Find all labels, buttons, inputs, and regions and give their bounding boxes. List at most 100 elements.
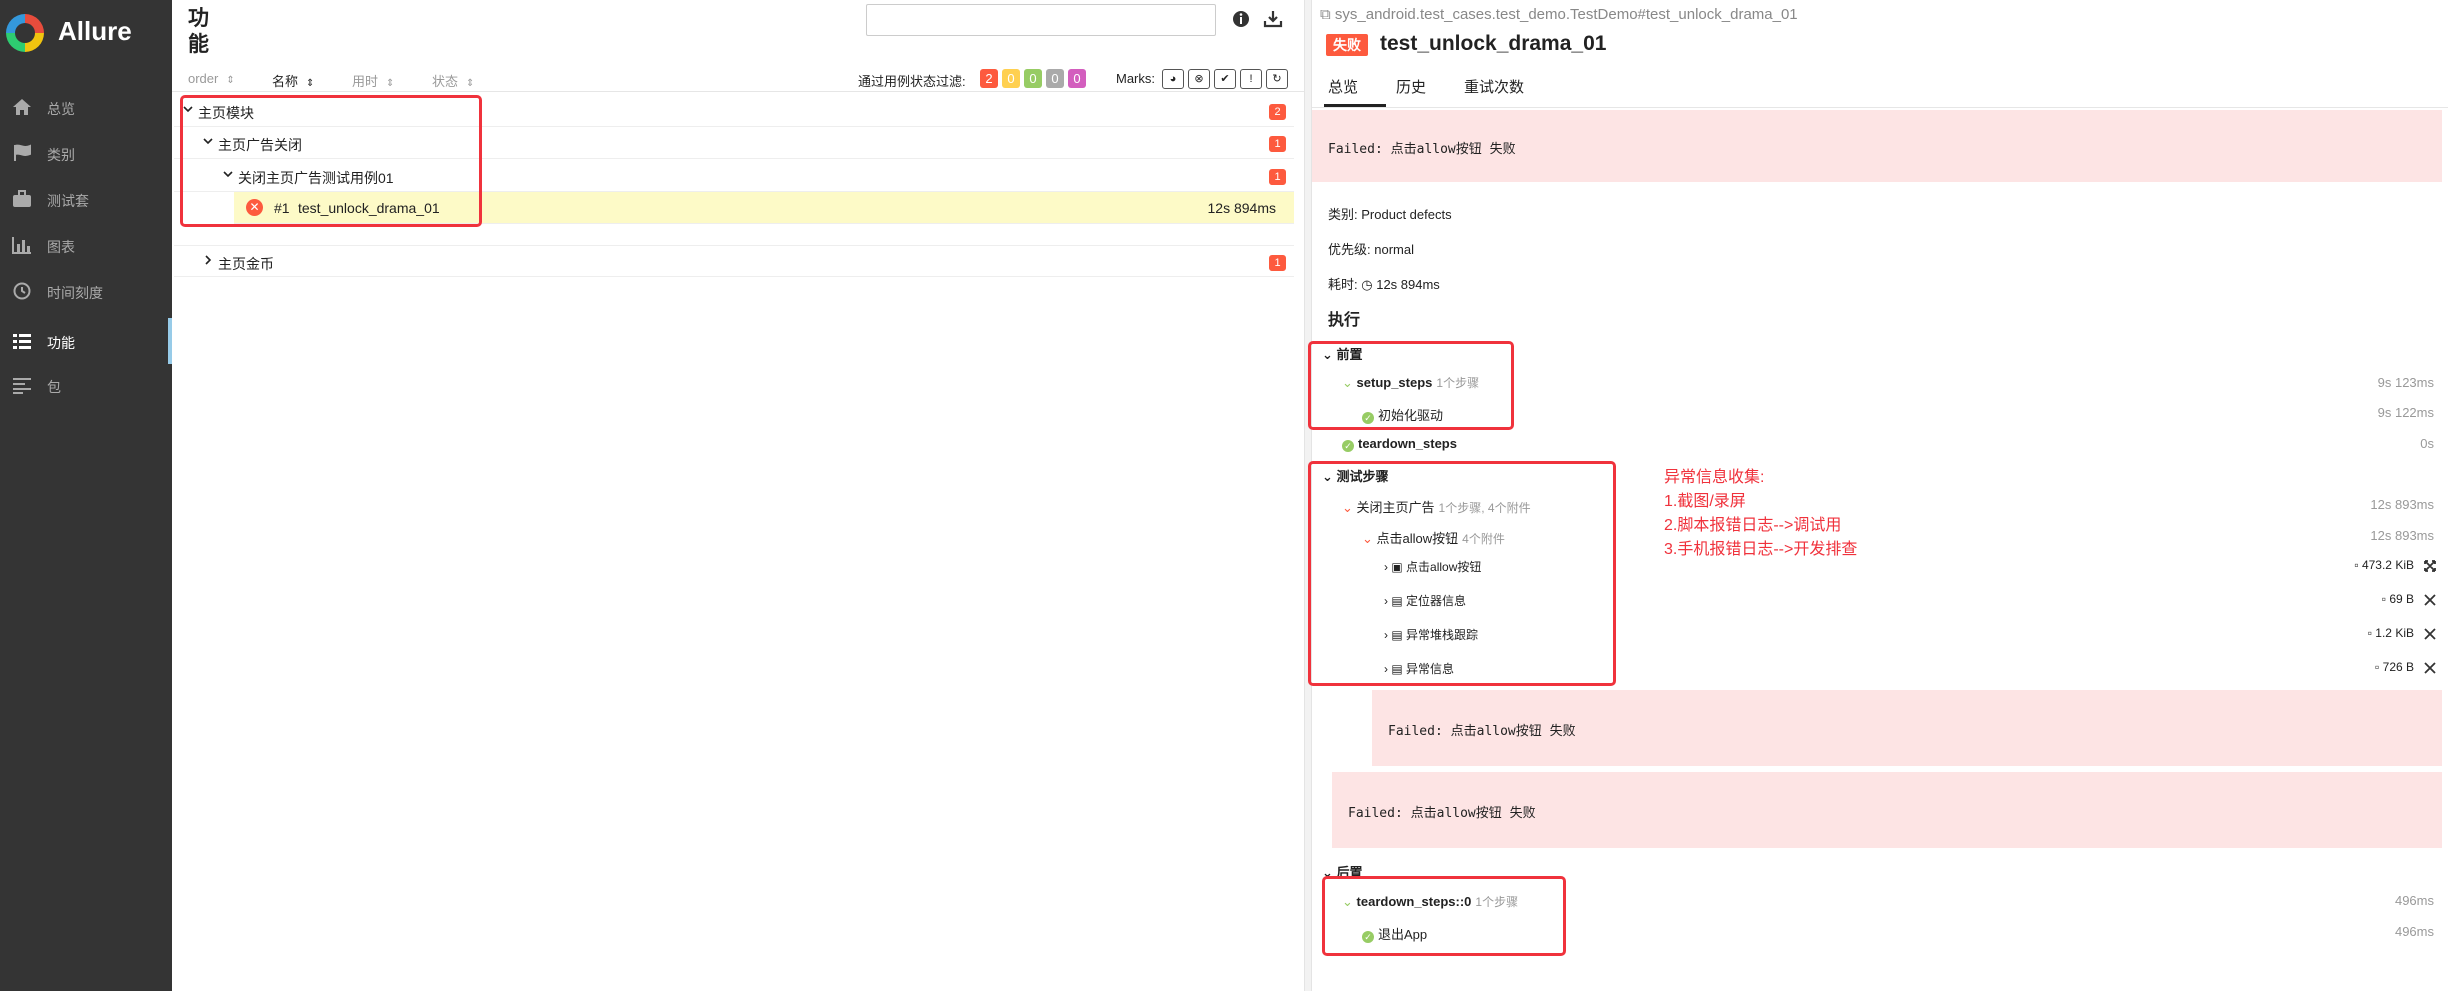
mark-new-broken-icon[interactable]: ! [1240,69,1262,89]
highlight-box-setup [1308,341,1514,430]
status-badge: 失败 [1326,34,1368,56]
sidebar-item-label: 时间刻度 [47,285,103,301]
info-icon[interactable] [1230,8,1252,30]
passed-status-icon: ✓ [1342,440,1354,452]
step-duration: 496ms [2394,893,2434,908]
failed-count-badge: 1 [1269,169,1286,185]
tab-retries[interactable]: 重试次数 [1464,76,1524,97]
attachment-size: ▫ 1.2 KiB [2367,626,2414,640]
status-filter-unknown[interactable]: 0 [1068,69,1086,88]
duration-field: 耗时: ◷ 12s 894ms [1328,277,1440,292]
briefcase-icon [13,190,31,207]
status-filter-label: 通过用例状态过滤: [858,74,966,89]
expand-icon[interactable] [2424,560,2436,572]
marks-label: Marks: [1116,71,1155,86]
sidebar-item-label: 功能 [47,335,75,351]
sidebar-item-label: 测试套 [47,193,89,209]
annotation-line: 3.手机报错日志-->开发排查 [1664,541,1858,558]
expand-icon[interactable] [2424,662,2436,674]
execution-title: 执行 [1328,312,1361,329]
breadcrumb: ⧉ sys_android.test_cases.test_demo.TestD… [1320,6,1798,23]
annotation-line: 异常信息收集: [1664,469,1765,486]
tabs-divider [1312,107,2448,108]
mark-flaky-icon[interactable]: ◕ [1162,69,1184,89]
sidebar-item-overview[interactable]: 总览 [0,84,172,130]
tree-column-header: order ⇕ 名称 ⇕ 用时 ⇕ 状态 ⇕ 通过用例状态过滤: 2 0 0 0 0 M… [172,68,1304,92]
attachment-size: ▫ 69 B [2381,592,2414,606]
sidebar-item-behaviors[interactable]: 功能 [0,318,172,364]
sidebar: Allure 总览 类别 测试套 图表 时间刻度 功能 包 [0,0,172,991]
step-duration: 9s 122ms [2377,405,2434,420]
sort-status[interactable]: 状态 ⇕ [432,71,474,90]
sort-icon: ⇕ [466,78,475,89]
tree-row-label: 主页金币 [218,256,274,272]
step-duration: 12s 893ms [2370,528,2434,543]
status-filter-broken[interactable]: 0 [1002,69,1020,88]
copy-icon[interactable]: ⧉ [1320,6,1335,23]
app-name: Allure [58,16,132,46]
bar-chart-icon [12,237,31,254]
status-filter-skipped[interactable]: 0 [1046,69,1064,88]
failed-count-badge: 1 [1269,255,1286,271]
highlight-box-teardown [1322,876,1566,956]
error-message-box: Failed: 点击allow按钮 失败 [1312,110,2442,182]
save-icon: ▫ [2367,626,2372,640]
allure-logo-icon [6,14,44,52]
tab-overview[interactable]: 总览 [1328,76,1358,97]
save-icon: ▫ [2354,558,2359,572]
status-filter-failed[interactable]: 2 [980,69,998,88]
home-icon [13,99,31,115]
download-icon[interactable] [1262,8,1284,30]
highlight-box-test-steps [1308,461,1616,686]
list-icon [13,334,31,349]
step-duration: 9s 123ms [2377,375,2434,390]
sort-duration[interactable]: 用时 ⇕ [352,71,394,90]
highlight-box-tree [180,95,482,227]
sidebar-item-graphs[interactable]: 图表 [0,222,172,268]
align-left-icon [13,378,31,394]
sort-icon: ⇕ [306,78,315,89]
expand-icon[interactable] [2424,628,2436,640]
failed-count-badge: 1 [1269,136,1286,152]
clock-icon: ◷ [1361,277,1373,292]
category-field: 类别: Product defects [1328,207,1452,222]
severity-field: 优先级: normal [1328,242,1414,257]
status-filter-passed[interactable]: 0 [1024,69,1042,88]
sidebar-item-categories[interactable]: 类别 [0,130,172,176]
sidebar-item-packages[interactable]: 包 [0,362,172,408]
step-duration: 0s [2420,436,2434,451]
test-detail-pane: ⧉ sys_android.test_cases.test_demo.TestD… [1308,0,2448,991]
sort-name[interactable]: 名称 ⇕ [272,71,314,90]
page-title: 功能 [188,7,209,56]
mark-new-failed-icon[interactable]: ⊗ [1188,69,1210,89]
save-icon: ▫ [2381,592,2386,606]
test-error-box: Failed: 点击allow按钮 失败 [1332,772,2442,848]
sidebar-item-timeline[interactable]: 时间刻度 [0,268,172,314]
chevron-right-icon [205,255,212,265]
sidebar-item-label: 包 [47,379,61,395]
sidebar-item-label: 图表 [47,239,75,255]
mark-retries-icon[interactable]: ↻ [1266,69,1288,89]
tree-group-homepage-coins[interactable]: 主页金币 1 [174,245,1294,277]
expand-icon[interactable] [2424,594,2436,606]
search-input[interactable] [866,4,1216,36]
step-duration: 496ms [2394,924,2434,939]
test-duration: 12s 894ms [1207,200,1276,216]
sort-icon: ⇕ [226,75,235,86]
mark-new-passed-icon[interactable]: ✔ [1214,69,1236,89]
step-error-box: Failed: 点击allow按钮 失败 [1372,690,2442,766]
step-duration: 12s 893ms [2370,497,2434,512]
save-icon: ▫ [2375,660,2380,674]
sidebar-item-suites[interactable]: 测试套 [0,176,172,222]
flag-icon [14,144,31,161]
sidebar-item-label: 类别 [47,147,75,163]
sidebar-item-label: 总览 [47,101,75,117]
teardown-steps-row[interactable]: ✓ teardown_steps [1342,436,1457,452]
sort-order[interactable]: order ⇕ [188,71,235,86]
failed-count-badge: 2 [1269,104,1286,120]
tab-history[interactable]: 历史 [1396,76,1426,97]
attachment-size: ▫ 473.2 KiB [2354,558,2414,572]
sort-icon: ⇕ [386,78,395,89]
test-title: test_unlock_drama_01 [1380,32,1607,55]
allure-logo[interactable]: Allure [0,0,172,66]
